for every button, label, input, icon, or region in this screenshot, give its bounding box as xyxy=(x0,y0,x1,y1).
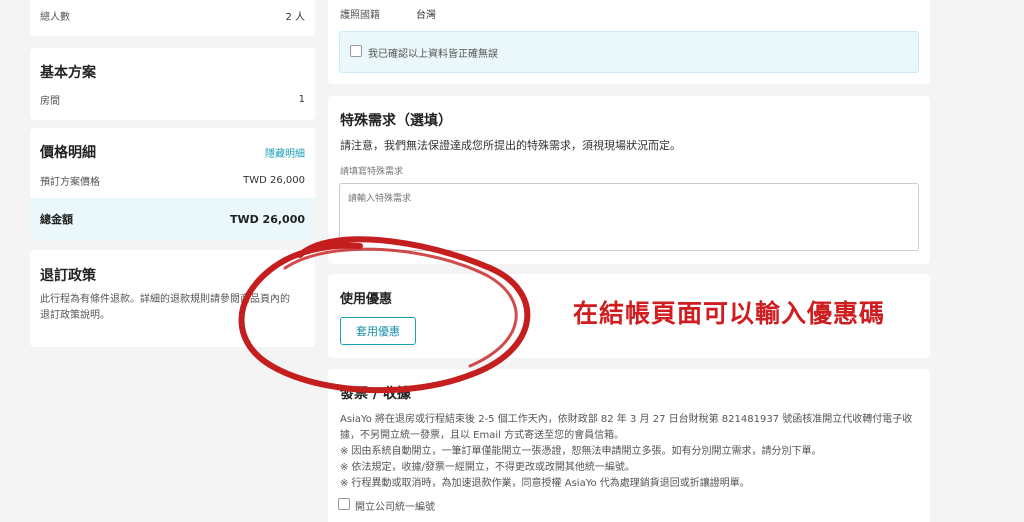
coupon-title: 使用優惠 xyxy=(340,292,393,307)
invoice-title: 發票 / 收據 xyxy=(340,386,411,402)
invoice-card: 發票 / 收據 AsiaYo 將在退房或行程結束後 2-5 個工作天內，依財政部… xyxy=(328,369,930,522)
guests-label: 總人數 xyxy=(40,12,70,23)
guests-value: 2 人 xyxy=(285,12,305,23)
invoice-line-3: ※ 因由系統自動開立，一筆訂單僅能開立一張憑證，恕無法申請開立多張。如有分別開立… xyxy=(340,446,822,457)
special-request-textarea[interactable] xyxy=(339,183,919,251)
invoice-line-2: 據，不另開立統一發票，且以 Email 方式寄送至您的會員信箱。 xyxy=(340,430,625,441)
invoice-line-4: ※ 依法規定，收據/發票一經開立，不得更改或改開其他統一編號。 xyxy=(340,462,635,473)
plan-card: 基本方案 房間 1 xyxy=(30,48,315,120)
passport-label: 護照國籍 xyxy=(340,10,380,21)
invoice-line-1: AsiaYo 將在退房或行程結束後 2-5 個工作天內，依財政部 82 年 3 … xyxy=(340,414,913,425)
price-card: 價格明細 隱藏明細 預訂方案價格 TWD 26,000 總金額 TWD 26,0… xyxy=(30,128,315,240)
company-tax-id-label: 開立公司統一編號 xyxy=(355,502,435,513)
refund-policy-card: 退訂政策 此行程為有條件退款。詳細的退款規則請參閱商品頁內的 退訂政策說明。 xyxy=(30,250,315,347)
refund-title: 退訂政策 xyxy=(40,268,96,284)
room-value: 1 xyxy=(298,94,305,105)
hide-details-link[interactable]: 隱藏明細 xyxy=(265,145,305,160)
room-label: 房間 xyxy=(40,96,60,107)
confirm-checkbox[interactable] xyxy=(350,45,362,57)
confirm-label: 我已確認以上資料皆正確無誤 xyxy=(368,49,498,60)
special-request-card: 特殊需求（選填） 請注意，我們無法保證達成您所提出的特殊需求，須視現場狀況而定。… xyxy=(328,96,930,264)
special-request-notice: 請注意，我們無法保證達成您所提出的特殊需求，須視現場狀況而定。 xyxy=(340,139,681,152)
plan-title: 基本方案 xyxy=(40,65,96,81)
guests-card: 總人數 2 人 xyxy=(30,0,315,36)
special-request-field-label: 請填寫特殊需求 xyxy=(340,167,404,177)
total-label: 總金額 xyxy=(40,213,73,226)
coupon-annotation-text: 在結帳頁面可以輸入優惠碼 xyxy=(573,299,886,328)
confirm-box: 我已確認以上資料皆正確無誤 xyxy=(339,31,919,73)
refund-text-line2: 退訂政策說明。 xyxy=(40,310,110,321)
total-value: TWD 26,000 xyxy=(229,212,305,226)
refund-text-line1: 此行程為有條件退款。詳細的退款規則請參閱商品頁內的 xyxy=(40,294,290,305)
invoice-line-5: ※ 行程異動或取消時，為加速退款作業，同意授權 AsiaYo 代為處理銷貨退回或… xyxy=(340,478,750,489)
plan-price-value: TWD 26,000 xyxy=(243,175,305,186)
passport-value: 台灣 xyxy=(416,10,436,21)
special-request-title: 特殊需求（選填） xyxy=(340,113,452,129)
traveler-info-card: 護照國籍 台灣 我已確認以上資料皆正確無誤 xyxy=(328,0,930,84)
apply-coupon-button[interactable]: 套用優惠 xyxy=(340,317,416,345)
total-row: 總金額 TWD 26,000 xyxy=(30,198,315,240)
plan-price-label: 預訂方案價格 xyxy=(40,177,100,188)
price-title: 價格明細 xyxy=(40,145,96,161)
company-tax-id-checkbox[interactable] xyxy=(338,498,350,510)
